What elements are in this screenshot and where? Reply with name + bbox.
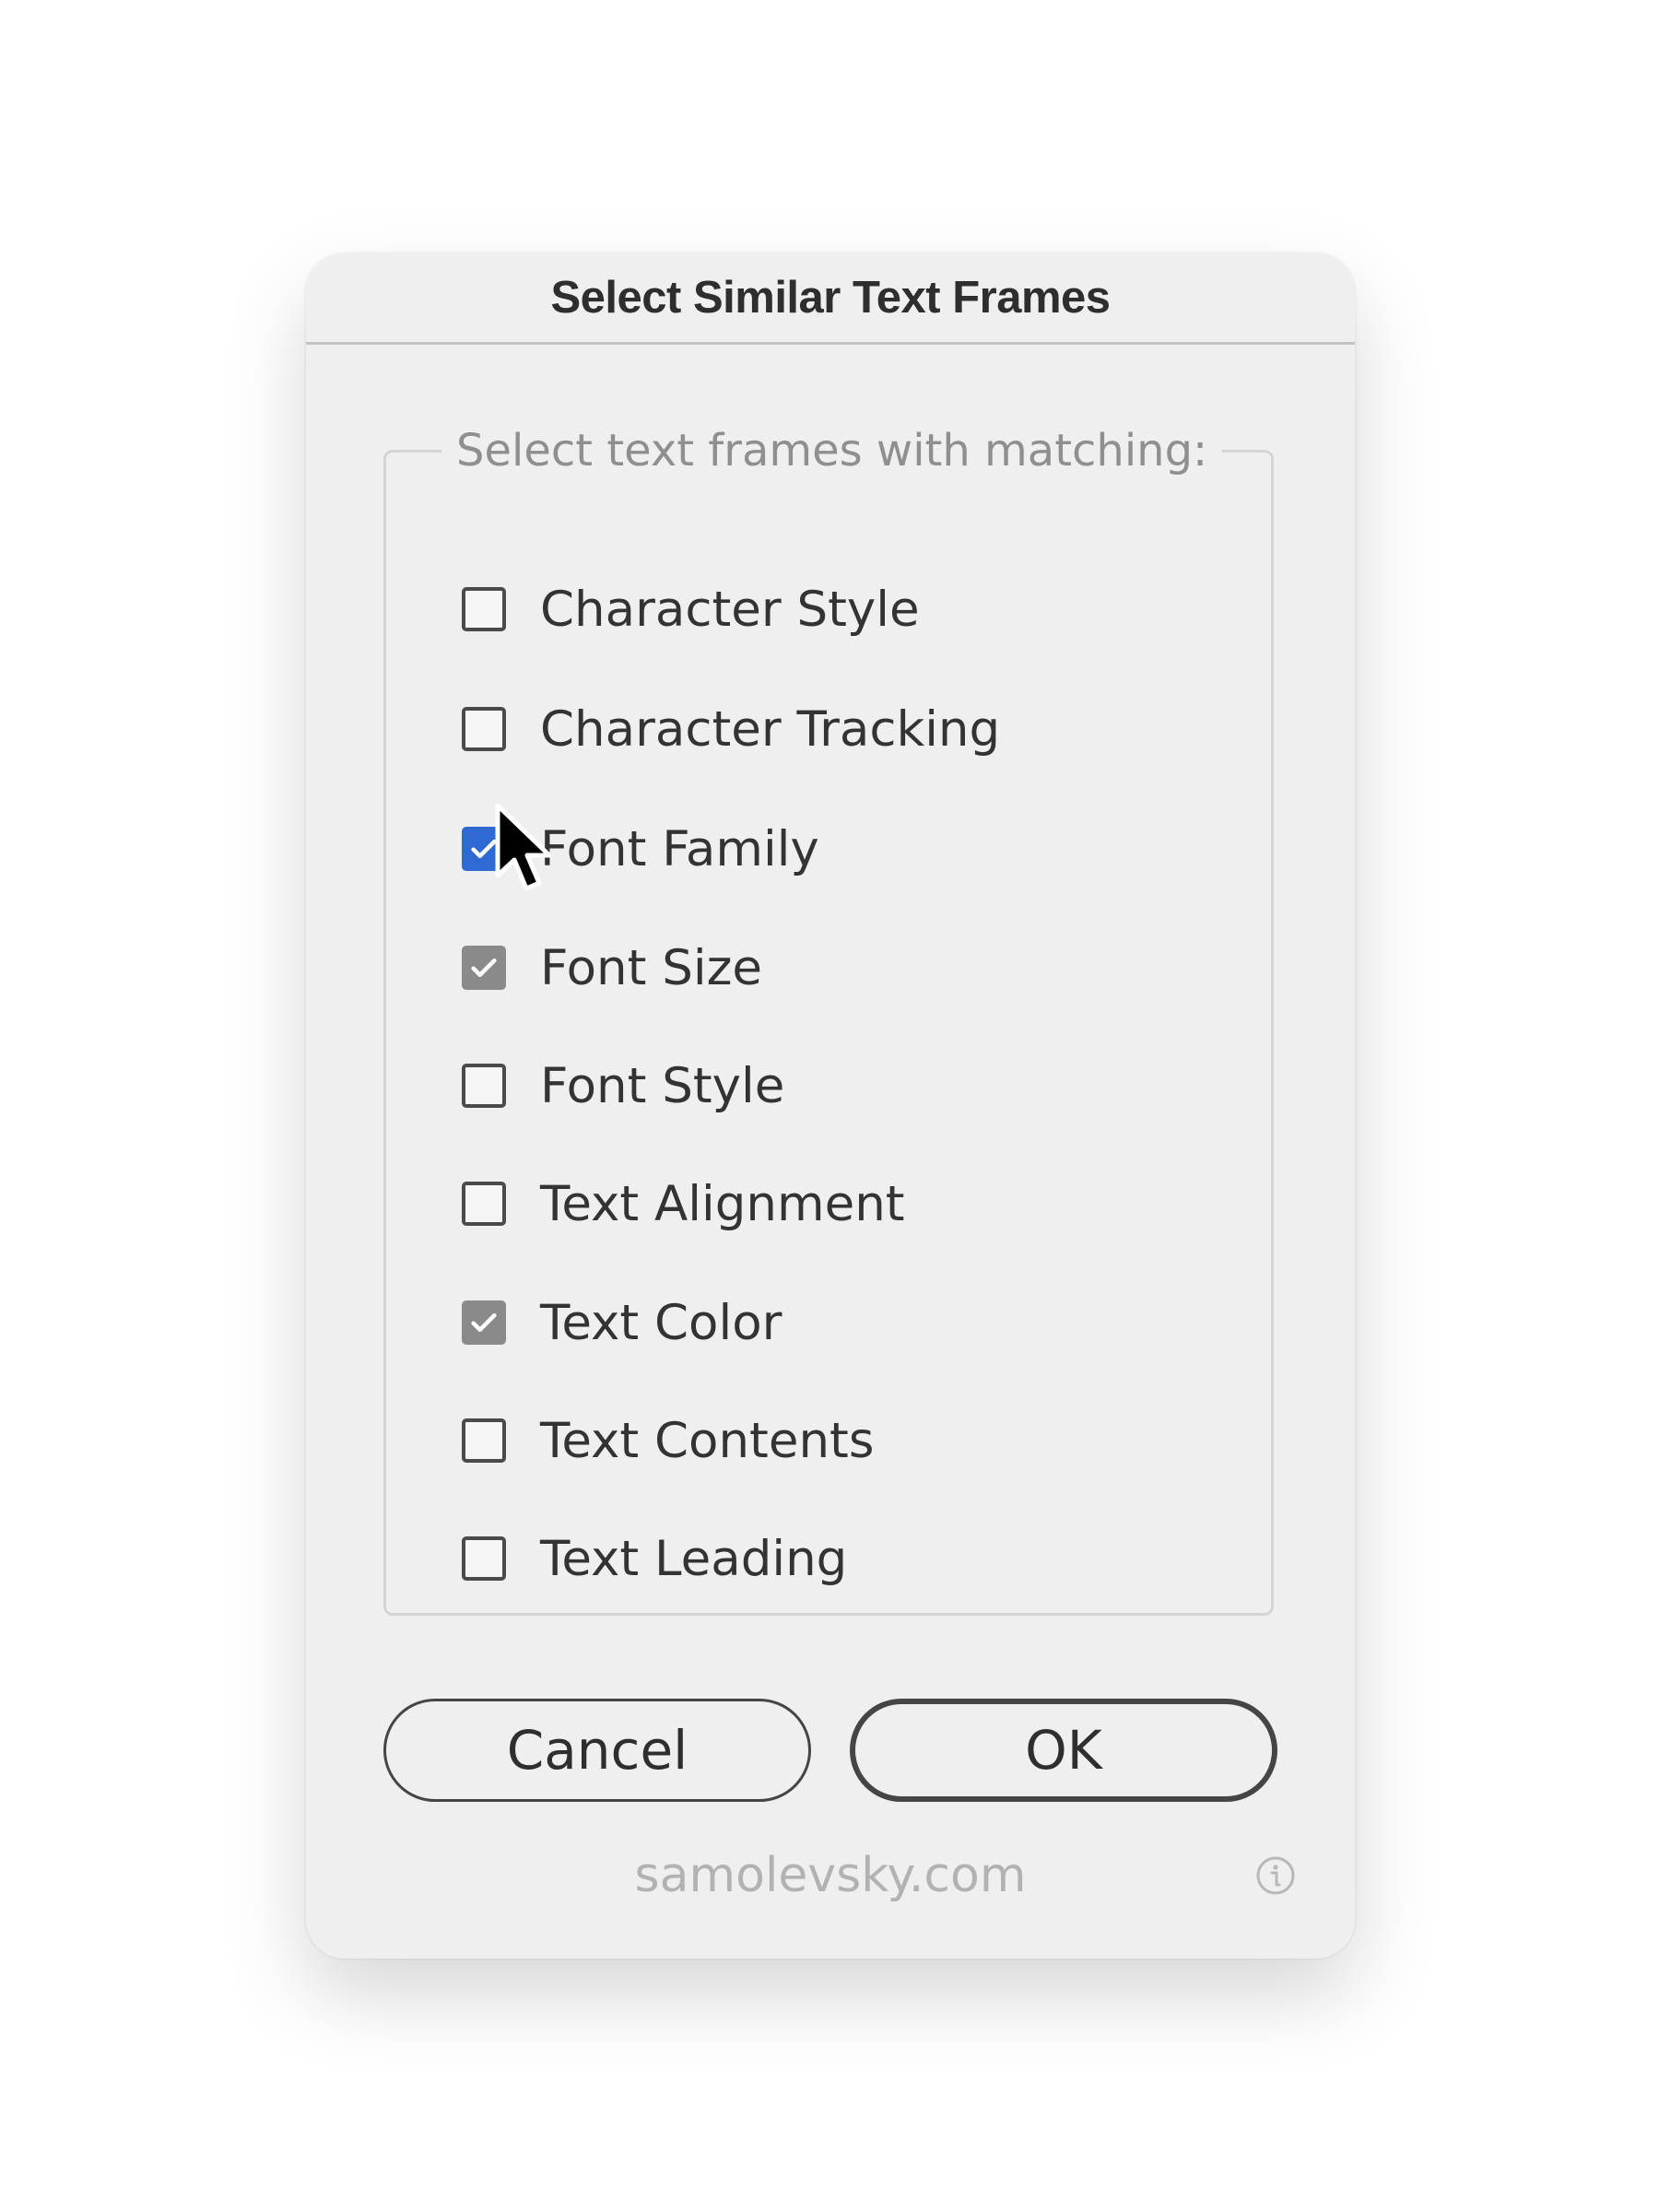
group-label: Select text frames with matching: xyxy=(441,418,1223,484)
option-text-contents[interactable]: Text Contents xyxy=(462,1404,874,1477)
option-label: Text Alignment xyxy=(540,1175,905,1232)
footer-watermark: samolevsky.com xyxy=(634,1848,1027,1903)
checkmark-icon xyxy=(471,1312,497,1333)
option-label: Font Size xyxy=(540,939,763,996)
checkbox[interactable] xyxy=(462,1300,506,1345)
checkbox[interactable] xyxy=(462,827,506,871)
select-similar-dialog: Select Similar Text Frames Select text f… xyxy=(306,253,1355,1959)
option-label: Text Color xyxy=(540,1294,782,1351)
checkbox[interactable] xyxy=(462,1418,506,1463)
option-character-style[interactable]: Character Style xyxy=(462,572,920,646)
option-font-size[interactable]: Font Size xyxy=(462,931,762,1005)
option-font-style[interactable]: Font Style xyxy=(462,1049,784,1123)
option-label: Text Leading xyxy=(540,1530,848,1587)
dialog-title: Select Similar Text Frames xyxy=(550,273,1111,323)
info-icon[interactable] xyxy=(1255,1855,1296,1896)
dialog-titlebar: Select Similar Text Frames xyxy=(306,253,1355,345)
option-label: Character Tracking xyxy=(540,700,1001,758)
option-label: Font Family xyxy=(540,820,819,877)
cancel-button[interactable]: Cancel xyxy=(383,1699,811,1802)
option-label: Text Contents xyxy=(540,1412,875,1469)
checkbox[interactable] xyxy=(462,946,506,990)
option-label: Font Style xyxy=(540,1057,785,1114)
matching-options-group: Select text frames with matching: Charac… xyxy=(383,418,1274,1616)
option-text-color[interactable]: Text Color xyxy=(462,1286,782,1359)
checkbox[interactable] xyxy=(462,1182,506,1226)
checkmark-icon xyxy=(471,839,497,859)
checkbox[interactable] xyxy=(462,1536,506,1581)
ok-button[interactable]: OK xyxy=(850,1699,1277,1802)
checkmark-icon xyxy=(471,958,497,978)
checkbox[interactable] xyxy=(462,707,506,751)
option-character-tracking[interactable]: Character Tracking xyxy=(462,692,1000,766)
option-label: Character Style xyxy=(540,581,920,638)
option-font-family[interactable]: Font Family xyxy=(462,812,819,886)
checkbox[interactable] xyxy=(462,587,506,631)
option-text-leading[interactable]: Text Leading xyxy=(462,1522,847,1595)
checkbox[interactable] xyxy=(462,1064,506,1108)
option-text-alignment[interactable]: Text Alignment xyxy=(462,1167,905,1241)
